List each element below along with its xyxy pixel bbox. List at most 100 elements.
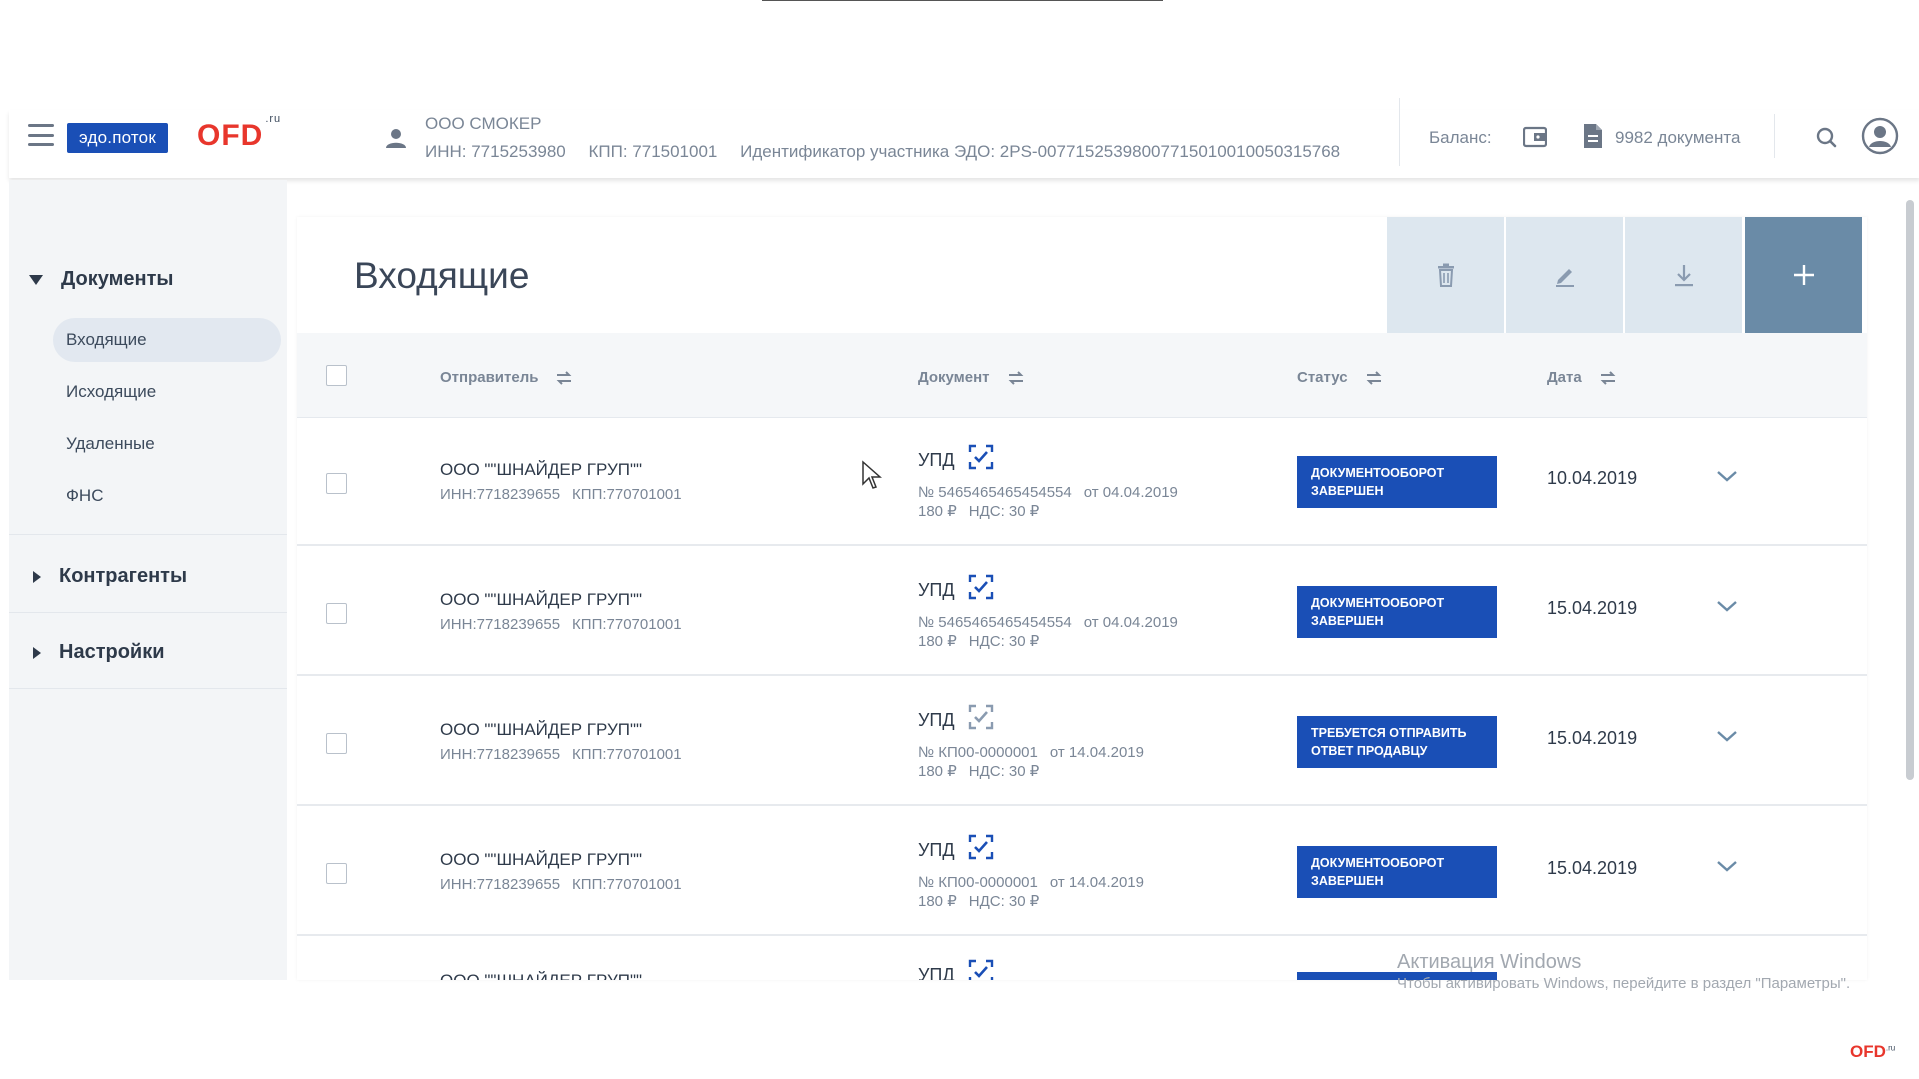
- row-date: 15.04.2019: [1547, 728, 1638, 748]
- chevron-down-icon[interactable]: [1715, 858, 1739, 874]
- sender-meta: ИНН:7718239655 КПП:770701001: [440, 876, 694, 893]
- user-avatar-icon[interactable]: [1861, 117, 1899, 155]
- column-document[interactable]: Документ: [918, 369, 1024, 386]
- doc-vat: НДС: 30 ₽: [968, 893, 1040, 910]
- ofd-logo-text: OFD: [197, 119, 264, 152]
- edo-potok-logo[interactable]: эдо.поток: [67, 123, 168, 153]
- ofd-footer-logo: OFD.ru: [1850, 1042, 1895, 1062]
- nav-settings[interactable]: Настройки: [29, 641, 165, 664]
- select-all-checkbox[interactable]: [326, 365, 347, 386]
- document-type[interactable]: УПД: [918, 840, 955, 861]
- ofd-footer-logo-suffix: .ru: [1885, 1043, 1896, 1053]
- sender-inn: ИНН:7718239655: [440, 876, 561, 893]
- ofd-footer-logo-text: OFD: [1850, 1042, 1886, 1061]
- document-sum: 180 ₽ НДС: 30 ₽: [918, 892, 1051, 910]
- documents-panel: Входящие Отправитель Документ Статус Дат…: [297, 217, 1867, 980]
- table-row-partial[interactable]: ООО ""ШНАЙДЕР ГРУП"" УПД: [297, 929, 1867, 980]
- sort-icon: [557, 370, 572, 385]
- organization-name: ООО СМОКЕР: [425, 114, 542, 133]
- document-type[interactable]: УПД: [918, 965, 955, 980]
- header-divider: [1399, 98, 1400, 166]
- status-line: Документооборот: [1311, 856, 1445, 870]
- chevron-down-icon[interactable]: [1715, 728, 1739, 744]
- row-date: 15.04.2019: [1547, 858, 1638, 878]
- document-type[interactable]: УПД: [918, 710, 955, 731]
- org-edo-id: Идентификатор участника ЭДО: 2PS-0077152…: [740, 142, 1341, 161]
- document-icon[interactable]: [1582, 123, 1604, 149]
- document-type[interactable]: УПД: [918, 450, 955, 471]
- nav-contractors[interactable]: Контрагенты: [29, 565, 187, 588]
- sidebar-item-deleted[interactable]: Удаленные: [53, 422, 281, 466]
- person-icon: [386, 129, 406, 148]
- column-status[interactable]: Статус: [1297, 369, 1382, 386]
- plus-icon: [1793, 265, 1814, 285]
- caret-right-icon: [33, 570, 41, 583]
- chevron-down-icon[interactable]: [1715, 468, 1739, 484]
- sidebar-item-incoming[interactable]: Входящие: [53, 318, 281, 362]
- nav-settings-label: Настройки: [59, 641, 165, 663]
- document-number: № 5465465465454554 от 04.04.2019: [918, 614, 1190, 631]
- sidebar-item-outgoing[interactable]: Исходящие: [53, 370, 281, 414]
- document-count[interactable]: 9982 документа: [1615, 128, 1740, 148]
- sender-kpp: КПП:770701001: [572, 616, 682, 633]
- status-line: Документооборот: [1311, 466, 1445, 480]
- doc-date: от 14.04.2019: [1049, 744, 1144, 761]
- signature-check-icon: [968, 574, 994, 600]
- row-date: 10.04.2019: [1547, 468, 1638, 488]
- sender-meta: ИНН:7718239655 КПП:770701001: [440, 746, 694, 763]
- table-row[interactable]: ООО ""ШНАЙДЕР ГРУП"" ИНН:7718239655 КПП:7…: [297, 808, 1867, 936]
- sidebar-item-fns[interactable]: ФНС: [53, 474, 281, 518]
- scrollbar[interactable]: [1906, 200, 1914, 780]
- organization-details: ИНН: 7715253980 КПП: 771501001 Идентифик…: [425, 142, 1358, 162]
- nav-documents-label: Документы: [61, 268, 174, 290]
- row-checkbox[interactable]: [326, 863, 347, 884]
- signature-check-icon: [968, 959, 994, 980]
- edit-button[interactable]: [1506, 217, 1623, 333]
- sort-icon: [1008, 370, 1023, 385]
- doc-amount: 180 ₽: [918, 633, 957, 650]
- add-button[interactable]: [1745, 217, 1862, 333]
- signature-pending-icon: [968, 704, 994, 730]
- sender-inn: ИНН:7718239655: [440, 746, 561, 763]
- status-badge: Документооборот завершен: [1297, 846, 1497, 898]
- column-date-label: Дата: [1547, 369, 1582, 386]
- signature-check-icon: [968, 444, 994, 470]
- sender-name: ООО ""ШНАЙДЕР ГРУП"": [440, 971, 642, 980]
- table-row[interactable]: ООО ""ШНАЙДЕР ГРУП"" ИНН:7718239655 КПП:7…: [297, 548, 1867, 676]
- row-checkbox[interactable]: [326, 473, 347, 494]
- ofd-logo[interactable]: OFD .ru: [197, 113, 281, 153]
- trash-icon: [1437, 263, 1454, 287]
- windows-activation-subtitle: Чтобы активировать Windows, перейдите в …: [1397, 975, 1851, 992]
- document-type[interactable]: УПД: [918, 580, 955, 601]
- top-rule: [762, 0, 1163, 1]
- chevron-down-icon[interactable]: [1715, 598, 1739, 614]
- sender-meta: ИНН:7718239655 КПП:770701001: [440, 616, 694, 633]
- table-row[interactable]: ООО ""ШНАЙДЕР ГРУП"" ИНН:7718239655 КПП:7…: [297, 678, 1867, 806]
- doc-date: от 04.04.2019: [1083, 484, 1178, 501]
- search-icon[interactable]: [1815, 126, 1837, 148]
- document-number: № КП00-0000001 от 14.04.2019: [918, 744, 1156, 761]
- nav-contractors-label: Контрагенты: [59, 565, 188, 587]
- column-date[interactable]: Дата: [1547, 369, 1616, 386]
- nav-documents[interactable]: Документы: [29, 268, 173, 291]
- column-sender[interactable]: Отправитель: [440, 369, 572, 386]
- sender-name: ООО ""ШНАЙДЕР ГРУП"": [440, 720, 643, 739]
- download-button[interactable]: [1625, 217, 1742, 333]
- doc-number: № КП00-0000001: [918, 874, 1038, 891]
- sender-name: ООО ""ШНАЙДЕР ГРУП"": [440, 590, 643, 609]
- table-row[interactable]: ООО ""ШНАЙДЕР ГРУП"" ИНН:7718239655 КПП:7…: [297, 418, 1867, 546]
- delete-button[interactable]: [1387, 217, 1504, 333]
- status-line: Требуется отправить: [1311, 726, 1467, 740]
- document-sum: 180 ₽ НДС: 30 ₽: [918, 502, 1051, 520]
- row-checkbox[interactable]: [326, 733, 347, 754]
- menu-icon[interactable]: [28, 124, 54, 146]
- nav-divider: [9, 612, 287, 613]
- nav-divider: [9, 534, 287, 535]
- wallet-icon[interactable]: [1523, 126, 1547, 148]
- row-checkbox[interactable]: [326, 603, 347, 624]
- status-badge: Документооборот завершен: [1297, 586, 1497, 638]
- sender-kpp: КПП:770701001: [572, 746, 682, 763]
- sort-icon: [1366, 370, 1381, 385]
- signature-check-icon: [968, 834, 994, 860]
- balance-label: Баланс:: [1429, 128, 1492, 147]
